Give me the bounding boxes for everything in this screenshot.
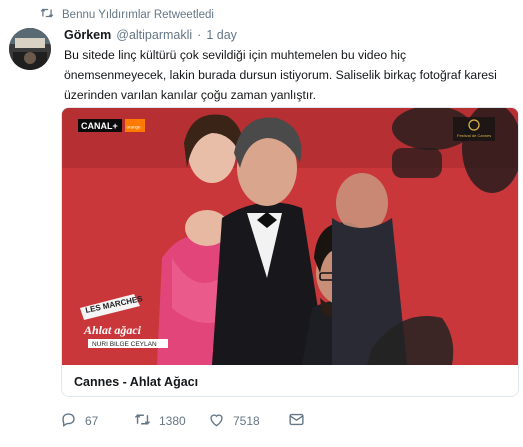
retweet-button[interactable]: 1380 xyxy=(134,412,208,430)
tweet-text-line: üzerinden varılan kanılar çoğu zaman yan… xyxy=(64,88,317,102)
tweet-actions: 67 1380 7518 xyxy=(60,412,305,430)
like-count: 7518 xyxy=(233,414,260,428)
retweet-icon xyxy=(40,7,54,22)
tweet-text-line: önemsenmeyecek, lakin burada dursun isti… xyxy=(64,68,497,82)
tweet-text: Bu sitede linç kültürü çok sevildiği içi… xyxy=(64,45,514,105)
svg-text:orange: orange xyxy=(127,125,142,130)
avatar[interactable] xyxy=(9,28,51,70)
svg-text:CANAL+: CANAL+ xyxy=(81,121,118,131)
card-title[interactable]: Cannes - Ahlat Ağacı xyxy=(74,375,198,389)
tweet-header: Görkem @altiparmakli · 1 day xyxy=(64,28,237,42)
reply-count: 67 xyxy=(85,414,99,428)
retweet-count: 1380 xyxy=(159,414,186,428)
author-name[interactable]: Görkem xyxy=(64,28,111,42)
tweet-text-line: Bu sitede linç kültürü çok sevildiği içi… xyxy=(64,48,407,62)
heart-icon xyxy=(208,412,225,430)
video-thumbnail[interactable]: CANAL+ orange Festival de Cannes LES MAR… xyxy=(62,108,518,365)
svg-text:Ahlat ağaci: Ahlat ağaci xyxy=(83,323,142,337)
message-button[interactable] xyxy=(288,412,305,430)
retweet-notice: Bennu Yıldırımlar Retweetledi xyxy=(40,7,214,22)
reply-icon xyxy=(60,412,77,430)
author-handle[interactable]: @altiparmakli xyxy=(116,28,192,42)
svg-text:Festival de Cannes: Festival de Cannes xyxy=(457,133,491,138)
envelope-icon xyxy=(288,412,305,430)
svg-text:NURI BILGE CEYLAN: NURI BILGE CEYLAN xyxy=(92,341,157,348)
like-button[interactable]: 7518 xyxy=(208,412,288,430)
retweet-notice-text: Bennu Yıldırımlar Retweetledi xyxy=(62,8,214,21)
link-card[interactable]: CANAL+ orange Festival de Cannes LES MAR… xyxy=(61,107,519,397)
reply-button[interactable]: 67 xyxy=(60,412,134,430)
separator: · xyxy=(197,28,202,42)
tweet-time[interactable]: 1 day xyxy=(206,28,237,42)
retweet-action-icon xyxy=(134,412,151,430)
